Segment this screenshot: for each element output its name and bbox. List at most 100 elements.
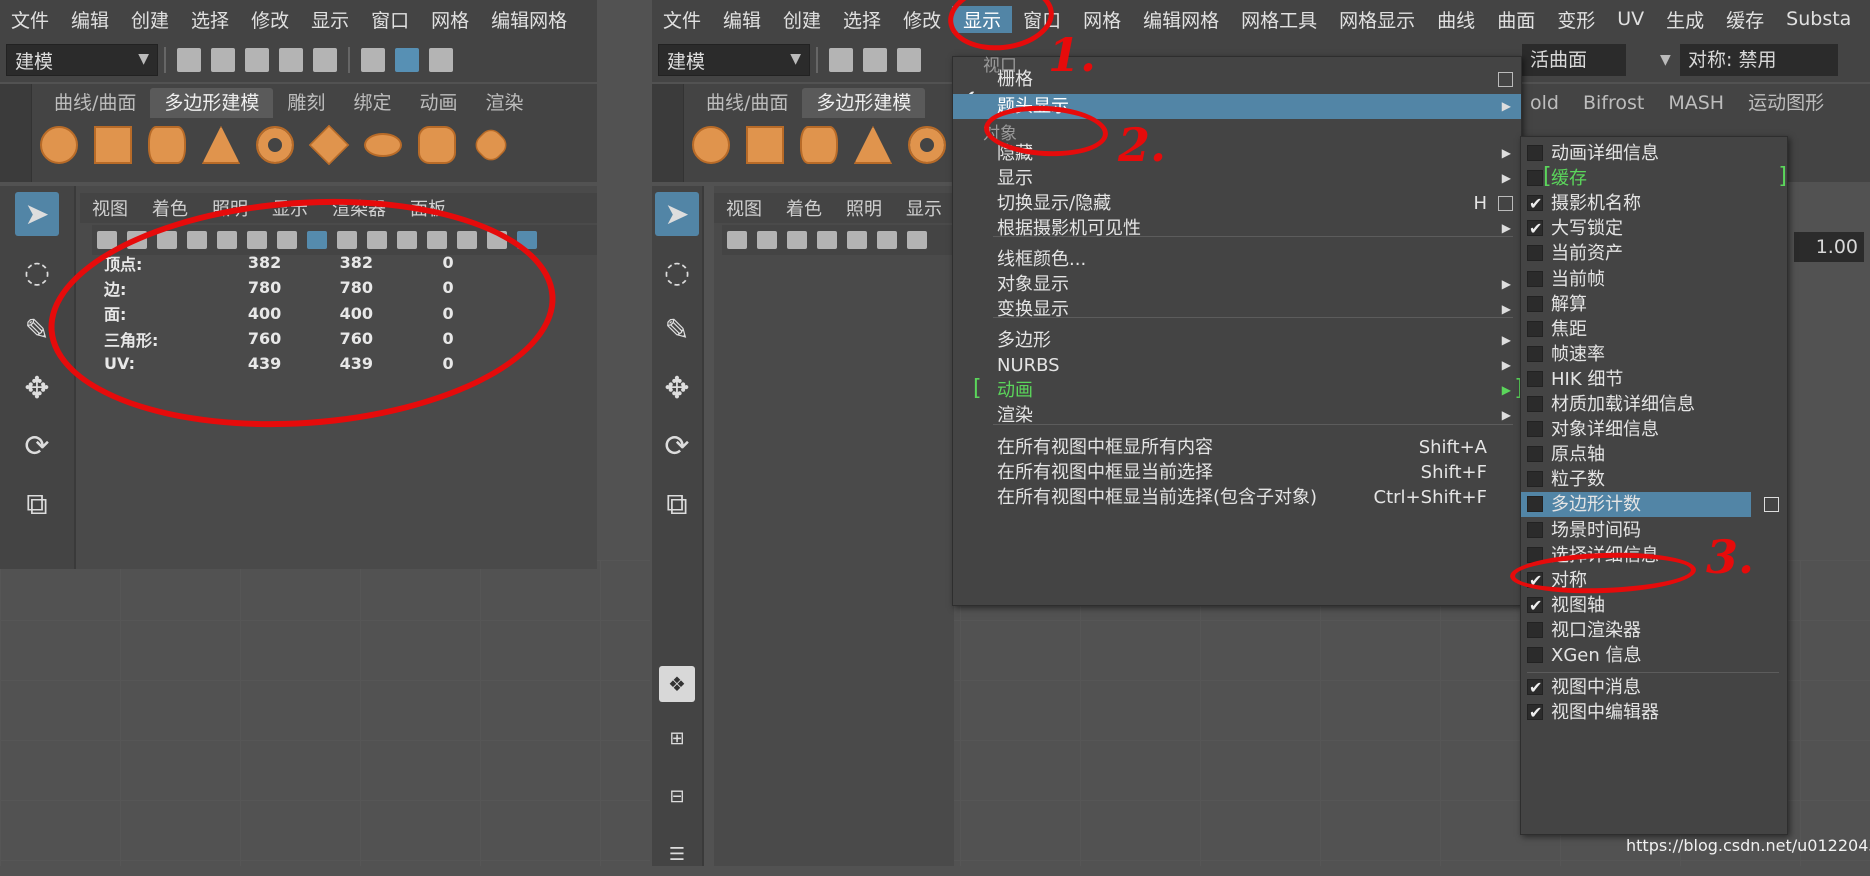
- hud-option-item[interactable]: ✔ 视图中消息: [1521, 675, 1787, 700]
- redo-icon[interactable]: [313, 48, 337, 72]
- chevron-down-icon[interactable]: ▼: [1660, 44, 1671, 76]
- symmetry-select[interactable]: 对称: 禁用: [1680, 44, 1838, 76]
- open-folder-icon[interactable]: [211, 48, 235, 72]
- option-box-icon[interactable]: [1498, 196, 1513, 211]
- checkbox[interactable]: [1527, 270, 1543, 287]
- select-component-icon[interactable]: [429, 48, 453, 72]
- hud-option-item[interactable]: 动画详细信息: [1521, 141, 1787, 166]
- menu-item[interactable]: 编辑: [712, 6, 772, 33]
- display-menu-item[interactable]: 根据摄影机可见性 ▶: [953, 216, 1521, 241]
- poly-sphere-icon[interactable]: [692, 126, 730, 164]
- paint-select-icon[interactable]: ✎: [655, 308, 699, 352]
- mode-select[interactable]: 建模 ▼: [658, 44, 810, 76]
- hud-option-item[interactable]: 缓存: [1521, 166, 1787, 191]
- menu-item[interactable]: 显示: [300, 6, 360, 33]
- right-viewport[interactable]: [714, 186, 954, 866]
- menu-item[interactable]: 曲线: [1426, 6, 1486, 33]
- checkbox[interactable]: [1527, 245, 1543, 262]
- checkbox[interactable]: [1527, 320, 1543, 337]
- shelf-tab[interactable]: 绑定: [339, 88, 405, 118]
- checkbox[interactable]: [1527, 647, 1543, 663]
- checkbox[interactable]: [1527, 396, 1543, 412]
- image-plane-icon[interactable]: [847, 231, 867, 249]
- menu-item[interactable]: 网格: [420, 6, 480, 33]
- checkbox[interactable]: [1527, 521, 1543, 538]
- menu-item[interactable]: 创建: [120, 6, 180, 33]
- checkbox[interactable]: [1527, 421, 1543, 438]
- shelf-menu-toggle[interactable]: [0, 84, 32, 182]
- hud-option-item[interactable]: ✔ 视图中编辑器: [1521, 700, 1787, 725]
- menu-item[interactable]: 编辑网格: [1132, 6, 1230, 33]
- lock-camera-icon[interactable]: [757, 231, 777, 249]
- hud-option-item[interactable]: 粒子数: [1521, 467, 1787, 492]
- move-tool-icon[interactable]: ✥: [15, 366, 59, 410]
- menu-item[interactable]: 生成: [1655, 6, 1715, 33]
- checkbox[interactable]: [1527, 345, 1543, 362]
- poly-cone-icon[interactable]: [202, 126, 240, 164]
- hud-option-item[interactable]: ✔ 摄影机名称: [1521, 191, 1787, 216]
- new-scene-icon[interactable]: [829, 48, 853, 72]
- hud-option-item[interactable]: ✔ 视图轴: [1521, 593, 1787, 618]
- hud-option-item[interactable]: 多边形计数: [1521, 492, 1779, 518]
- menu-item[interactable]: 编辑: [60, 6, 120, 33]
- checkbox[interactable]: [1527, 621, 1543, 638]
- shelf-tab[interactable]: 动画: [405, 88, 471, 118]
- layout-single-icon[interactable]: ❖: [659, 666, 695, 702]
- menu-item[interactable]: 文件: [652, 6, 712, 33]
- option-box-icon[interactable]: [1764, 497, 1779, 513]
- option-box-icon[interactable]: [1498, 72, 1513, 87]
- save-icon[interactable]: [897, 48, 921, 72]
- menu-item[interactable]: 修改: [240, 6, 300, 33]
- camera-icon[interactable]: [727, 231, 747, 249]
- menu-item[interactable]: 变形: [1546, 6, 1606, 33]
- shelf-menu-toggle[interactable]: [652, 84, 684, 182]
- display-menu-item[interactable]: 栅格: [953, 67, 1521, 92]
- checkbox[interactable]: [1527, 145, 1543, 161]
- select-object-icon[interactable]: [395, 48, 419, 72]
- poly-cube-icon[interactable]: [746, 126, 784, 164]
- panel-menu-item[interactable]: 着色: [774, 195, 834, 221]
- outliner-layout-icon[interactable]: ☰: [655, 832, 699, 876]
- display-menu-item[interactable]: 对象显示 ▶: [953, 272, 1521, 297]
- layout-four-icon[interactable]: ⊞: [655, 716, 699, 760]
- poly-cube-icon[interactable]: [94, 126, 132, 164]
- hud-option-item[interactable]: 帧速率: [1521, 342, 1787, 367]
- hud-option-item[interactable]: 焦距: [1521, 317, 1787, 342]
- scale-tool-icon[interactable]: ⧉: [15, 482, 59, 526]
- menu-item[interactable]: Substa: [1775, 8, 1862, 30]
- display-menu-item[interactable]: 显示 ▶: [953, 166, 1521, 191]
- menu-item[interactable]: 曲面: [1486, 6, 1546, 33]
- hud-option-item[interactable]: ✔ 大写锁定: [1521, 216, 1787, 241]
- hud-option-item[interactable]: 视口渲染器: [1521, 618, 1787, 643]
- 2d-pan-icon[interactable]: [907, 231, 927, 249]
- rotate-tool-icon[interactable]: ⟳: [15, 424, 59, 468]
- menu-item[interactable]: 缓存: [1715, 6, 1775, 33]
- hud-option-item[interactable]: XGen 信息: [1521, 643, 1787, 668]
- checkbox[interactable]: [1527, 496, 1543, 513]
- menu-item[interactable]: 文件: [0, 6, 60, 33]
- display-menu-item[interactable]: 线框颜色...: [953, 247, 1521, 272]
- shelf-tab[interactable]: 多边形建模: [802, 88, 926, 118]
- poly-sphere-icon[interactable]: [40, 126, 78, 164]
- platonic-solid-icon[interactable]: [418, 126, 456, 164]
- display-menu-item[interactable]: 切换显示/隐藏 H: [953, 191, 1521, 216]
- display-menu-item[interactable]: 在所有视图中框显当前选择 Shift+F: [953, 460, 1521, 485]
- super-shape-icon[interactable]: [470, 124, 512, 166]
- hud-option-item[interactable]: 当前资产: [1521, 241, 1787, 266]
- lasso-tool-icon[interactable]: ◌: [15, 250, 59, 294]
- menu-item[interactable]: 编辑网格: [480, 6, 578, 33]
- hud-option-item[interactable]: 当前帧: [1521, 267, 1787, 292]
- live-surface-field[interactable]: 活曲面: [1522, 44, 1626, 76]
- layout-two-icon[interactable]: ⊟: [655, 774, 699, 818]
- display-menu-item[interactable]: 渲染 ▶: [953, 403, 1521, 428]
- display-menu-item[interactable]: 动画 ▶: [953, 378, 1521, 403]
- menu-item[interactable]: 选择: [832, 6, 892, 33]
- mode-select[interactable]: 建模 ▼: [6, 44, 158, 76]
- menu-item[interactable]: 网格显示: [1328, 6, 1426, 33]
- hud-option-item[interactable]: 材质加载详细信息: [1521, 392, 1787, 417]
- menu-item[interactable]: 选择: [180, 6, 240, 33]
- shelf-tab[interactable]: 运动图形: [1748, 88, 1824, 118]
- poly-cylinder-icon[interactable]: [800, 126, 838, 164]
- checkbox[interactable]: [1527, 170, 1543, 187]
- display-menu-item[interactable]: 在所有视图中框显所有内容 Shift+A: [953, 435, 1521, 460]
